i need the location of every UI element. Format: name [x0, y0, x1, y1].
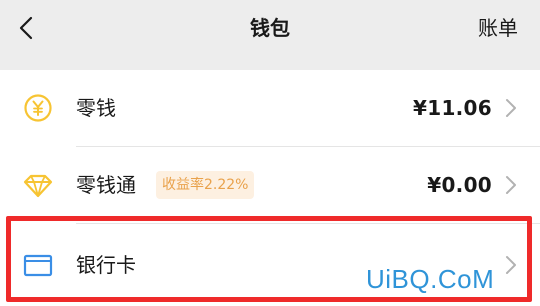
yield-rate-badge: 收益率2.22% [156, 171, 255, 199]
yen-coin-icon [24, 94, 52, 122]
bill-link[interactable]: 账单 [478, 12, 518, 44]
diamond-icon [23, 174, 53, 198]
item-amount: ¥11.06 [413, 96, 492, 120]
page-title: 钱包 [250, 16, 290, 40]
list-item-change[interactable]: 零钱 ¥11.06 [0, 70, 540, 146]
card-icon [23, 254, 53, 277]
navigation-bar: 钱包 账单 [0, 0, 540, 70]
chevron-right-icon [506, 176, 516, 194]
item-label: 零钱 [76, 96, 116, 120]
item-label: 零钱通 [76, 173, 136, 197]
watermark: UiBQ.CoM [366, 264, 495, 294]
item-amount: ¥0.00 [427, 173, 492, 197]
chevron-right-icon [506, 99, 516, 117]
item-label: 银行卡 [76, 253, 136, 277]
list-item-lingqiantong[interactable]: 零钱通 收益率2.22% ¥0.00 [0, 147, 540, 223]
chevron-right-icon [506, 256, 516, 274]
